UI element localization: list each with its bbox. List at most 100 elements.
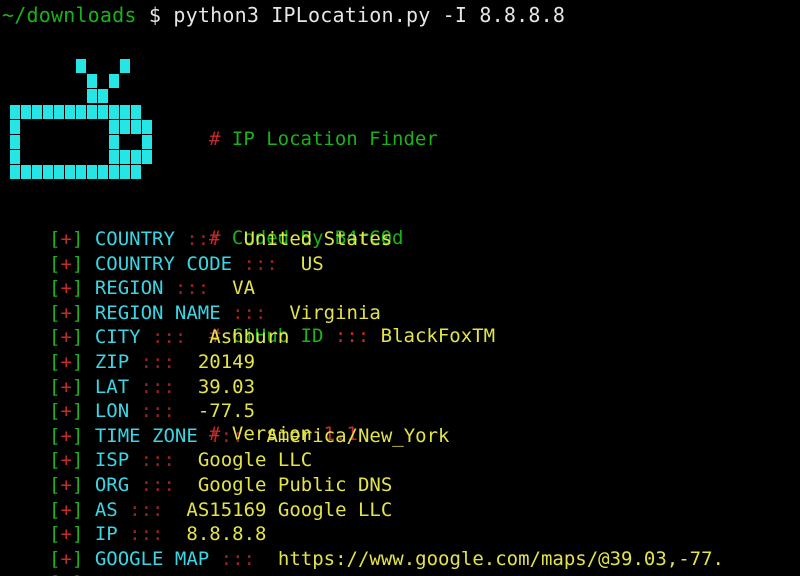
logo-pixel [87, 104, 97, 119]
logo-pixel [54, 165, 64, 180]
logo-pixel [76, 165, 86, 180]
bracket-open: [ [49, 449, 61, 472]
logo-pixel [120, 165, 130, 180]
bracket-close: ] [71, 400, 84, 423]
result-label: REGION [94, 277, 164, 300]
banner-title-text: IP Location Finder [231, 128, 438, 151]
logo-pixel [21, 104, 31, 119]
result-separator: ::: [140, 350, 175, 373]
ip-location-results: [+] COUNTRY ::: United States [+] COUNTRY… [49, 227, 724, 571]
logo-pixel [109, 150, 119, 165]
result-label: LAT [94, 375, 130, 398]
result-row: [+] REGION ::: VA [49, 276, 724, 301]
bracket-open: [ [49, 572, 60, 576]
bracket-close: ] [71, 228, 84, 250]
result-row: [+] IP ::: 8.8.8.8 [49, 522, 724, 547]
result-value: Google Public DNS [197, 473, 393, 496]
bracket-close: ] [72, 572, 83, 576]
bracket-open: [ [49, 424, 61, 447]
result-value: -77.5 [197, 400, 256, 423]
logo-pixel [32, 165, 42, 180]
bracket-close: ] [71, 252, 84, 275]
bracket-close: ] [71, 498, 84, 521]
bracket-close: ] [71, 277, 84, 300]
bracket-open: [ [49, 252, 61, 275]
logo-pixel [98, 165, 108, 180]
logo-pixel [10, 135, 20, 149]
logo-pixel [142, 150, 152, 165]
result-label: REGION NAME [94, 301, 221, 324]
result-separator: ::: [129, 523, 164, 546]
prompt-command: $ python3 IPLocation.py -I 8.8.8.8 [136, 3, 566, 27]
plus-icon: + [60, 375, 72, 398]
logo-pixel [109, 119, 119, 134]
hash-icon: # [209, 128, 221, 151]
logo-pixel [142, 119, 152, 134]
result-row: [+] ZIP ::: 20149 [49, 350, 724, 375]
logo-pixel [76, 104, 86, 119]
bracket-close: ] [71, 375, 84, 398]
result-label: AS [94, 498, 118, 521]
result-separator: ::: [140, 400, 175, 423]
bracket-close: ] [71, 326, 84, 349]
logo-pixel [142, 135, 152, 149]
result-separator: ::: [209, 424, 244, 447]
bracket-open: [ [49, 326, 61, 349]
result-separator: ::: [140, 473, 175, 496]
result-row: [+] REGION NAME ::: Virginia [49, 301, 724, 326]
result-value: VA [232, 277, 256, 300]
result-label: COUNTRY CODE [94, 252, 233, 275]
plus-icon: + [60, 547, 72, 570]
bracket-open: [ [49, 301, 61, 324]
result-row: [+] ORG ::: Google Public DNS [49, 473, 724, 498]
logo-pixel [131, 150, 141, 165]
logo-pixel [109, 104, 119, 119]
plus-icon: + [60, 424, 72, 447]
bracket-close: ] [71, 449, 84, 472]
logo-pixel [109, 135, 119, 149]
result-value: 39.03 [197, 375, 256, 398]
plus-icon: + [60, 228, 72, 250]
plus-icon: + [60, 326, 72, 349]
bracket-open: [ [49, 547, 61, 570]
result-separator: ::: [152, 326, 187, 349]
logo-pixel [120, 104, 130, 119]
plus-icon: + [60, 277, 72, 300]
banner-line-title: # IP Location Finder [209, 127, 495, 152]
result-row: [+] AS ::: AS15169 Google LLC [49, 498, 724, 523]
logo-pixel [120, 150, 130, 165]
logo-pixel [109, 165, 119, 180]
logo-pixel [65, 165, 75, 180]
logo-pixel [32, 104, 42, 119]
logo-pixel [76, 59, 86, 73]
result-label: ISP [94, 449, 130, 472]
logo-pixel [109, 74, 119, 89]
logo-pixel [98, 104, 108, 119]
logo-pixel [87, 165, 97, 180]
logo-pixel [87, 89, 97, 104]
result-label: TIME ZONE [94, 424, 198, 447]
result-row: [+] ISP ::: Google LLC [49, 448, 724, 473]
plus-icon: + [60, 350, 72, 373]
logo-pixel [21, 165, 31, 180]
result-value: AS15169 Google LLC [186, 498, 393, 521]
bracket-close: ] [71, 301, 84, 324]
logo-pixel [131, 104, 141, 119]
result-row: [+] LON ::: -77.5 [49, 399, 724, 424]
bracket-open: [ [49, 473, 61, 496]
result-row: [+] COUNTRY CODE ::: US [49, 252, 724, 277]
result-row: [+] GOOGLE MAP ::: https://www.google.co… [49, 547, 724, 572]
result-separator: ::: [129, 498, 164, 521]
bracket-close: ] [71, 473, 84, 496]
result-row: [+] LAT ::: 39.03 [49, 375, 724, 400]
bracket-close: ] [71, 547, 84, 570]
result-separator: ::: [140, 375, 175, 398]
result-separator: ::: [140, 449, 175, 472]
logo-pixel [43, 165, 53, 180]
logo-pixel [10, 165, 20, 180]
plus-icon: + [60, 523, 72, 546]
result-value: 20149 [197, 350, 256, 373]
result-value: 8.8.8.8 [186, 523, 267, 546]
result-separator: ::: [232, 301, 267, 324]
logo-pixel [10, 119, 20, 134]
